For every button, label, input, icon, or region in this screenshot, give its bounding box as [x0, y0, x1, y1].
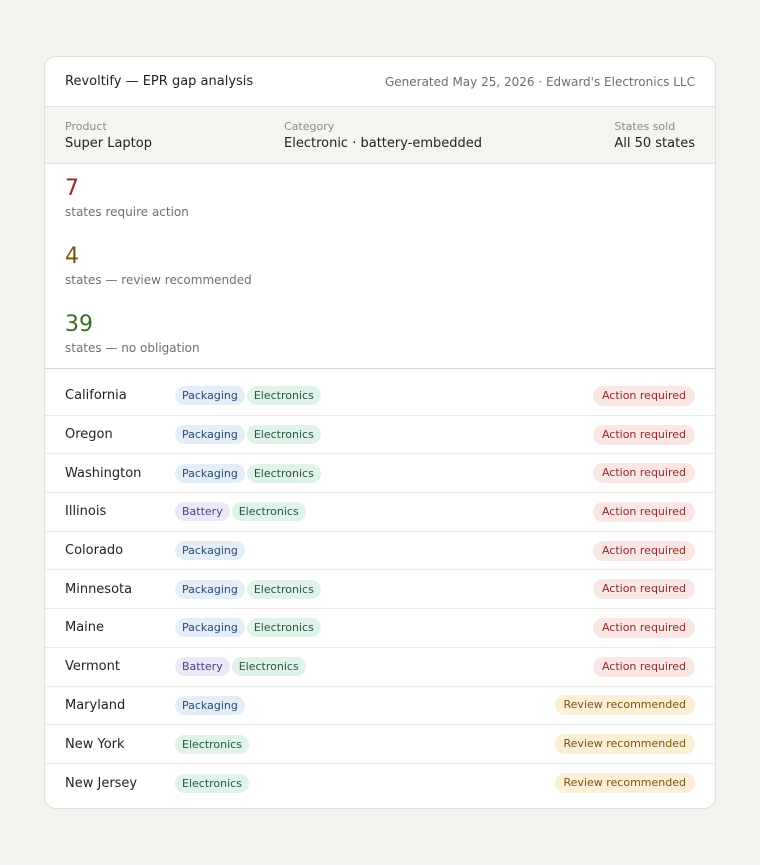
tag-packaging: Packaging: [175, 386, 245, 406]
tag-packaging: Packaging: [175, 425, 245, 445]
state-name: Illinois: [65, 504, 107, 520]
product-label: Product: [65, 120, 107, 133]
product-value: Super Laptop: [65, 136, 152, 151]
status-badge: Action required: [592, 463, 695, 484]
tag-packaging: Packaging: [175, 463, 245, 483]
state-list: California Packaging Electronics Action req…: [45, 369, 715, 803]
stat-review: 4 states — review recommended: [65, 244, 695, 312]
states-sold-value: All 50 states: [614, 136, 695, 151]
status-badge: Action required: [592, 579, 695, 600]
tag-electronics: Electronics: [246, 579, 321, 599]
obligation-tags: Electronics: [175, 773, 555, 793]
state-name: Maryland: [65, 697, 126, 713]
status-badge: Action required: [592, 656, 695, 677]
state-name: Washington: [65, 465, 142, 481]
table-row[interactable]: Washington Packaging Electronics Action req…: [45, 454, 715, 494]
product-meta: Product Super Laptop Category Electronic…: [45, 107, 715, 164]
tag-battery: Battery: [175, 502, 230, 522]
table-row[interactable]: New Jersey Electronics Review recommended: [45, 764, 715, 803]
obligation-tags: Packaging Electronics: [175, 386, 593, 406]
product-info: Product Super Laptop: [65, 120, 152, 152]
status-badge: Action required: [592, 540, 695, 561]
status-badge: Review recommended: [554, 695, 695, 716]
table-row[interactable]: Maine Packaging Electronics Action required: [45, 609, 715, 648]
states-sold-label: States sold: [614, 120, 676, 133]
report-header: Revoltify — EPR gap analysis Generated M…: [45, 57, 715, 107]
tag-electronics: Electronics: [175, 773, 249, 793]
tag-packaging: Packaging: [175, 541, 245, 561]
tag-battery: Battery: [175, 657, 230, 677]
tag-packaging: Packaging: [175, 695, 245, 715]
status-badge: Review recommended: [554, 773, 695, 794]
state-name: New York: [65, 736, 125, 752]
stat-action-desc: states require action: [65, 205, 189, 219]
obligation-tags: Packaging Electronics: [175, 579, 593, 599]
state-name: California: [65, 388, 127, 404]
stat-none-count: 39: [65, 312, 93, 337]
status-badge: Action required: [592, 617, 695, 638]
tag-electronics: Electronics: [231, 502, 306, 522]
obligation-tags: Packaging: [175, 695, 555, 715]
state-name: Maine: [65, 620, 105, 636]
stat-none-desc: states — no obligation: [65, 341, 200, 355]
obligation-tags: Battery Electronics: [175, 502, 593, 522]
state-name: Oregon: [65, 427, 113, 443]
obligation-tags: Packaging Electronics: [175, 425, 593, 445]
obligation-tags: Packaging Electronics: [175, 618, 593, 638]
summary-stats: 7 states require action 4 states — revie…: [45, 164, 715, 369]
status-badge: Action required: [592, 385, 695, 406]
states-sold-info: States sold All 50 states: [614, 120, 695, 152]
status-badge: Action required: [592, 424, 695, 445]
obligation-tags: Battery Electronics: [175, 657, 593, 677]
stat-action: 7 states require action: [65, 176, 695, 244]
tag-electronics: Electronics: [246, 463, 321, 483]
tag-electronics: Electronics: [246, 386, 321, 406]
status-badge: Action required: [592, 501, 695, 522]
state-name: New Jersey: [65, 775, 138, 791]
generated-info: Generated May 25, 2026 · Edward's Electr…: [384, 74, 695, 89]
category-label: Category: [284, 120, 335, 133]
stat-action-count: 7: [65, 176, 79, 201]
table-row[interactable]: Maryland Packaging Review recommended: [45, 687, 715, 726]
state-name: Minnesota: [65, 581, 133, 597]
status-badge: Review recommended: [554, 734, 695, 755]
tag-electronics: Electronics: [246, 425, 321, 445]
table-row[interactable]: New York Electronics Review recommended: [45, 725, 715, 764]
stat-review-count: 4: [65, 244, 79, 269]
table-row[interactable]: Minnesota Packaging Electronics Action requ…: [45, 570, 715, 610]
table-row[interactable]: Colorado Packaging Action required: [45, 532, 715, 571]
category-info: Category Electronic · battery-embedded: [284, 120, 482, 152]
tag-electronics: Electronics: [246, 618, 321, 638]
category-value: Electronic · battery-embedded: [284, 136, 483, 151]
stat-review-desc: states — review recommended: [65, 273, 252, 287]
report-card: Revoltify — EPR gap analysis Generated M…: [44, 56, 716, 809]
table-row[interactable]: Illinois Battery Electronics Action require…: [45, 493, 715, 532]
tag-packaging: Packaging: [175, 579, 245, 599]
state-name: Vermont: [65, 659, 120, 675]
table-row[interactable]: Oregon Packaging Electronics Action require…: [45, 416, 715, 455]
obligation-tags: Packaging Electronics: [175, 463, 593, 483]
report-title: Revoltify — EPR gap analysis: [65, 74, 254, 89]
state-name: Colorado: [65, 543, 124, 559]
obligation-tags: Packaging: [175, 541, 593, 561]
obligation-tags: Electronics: [175, 734, 555, 754]
tag-packaging: Packaging: [175, 618, 245, 638]
table-row[interactable]: California Packaging Electronics Action req…: [45, 377, 715, 416]
tag-electronics: Electronics: [175, 734, 249, 754]
tag-electronics: Electronics: [231, 657, 306, 677]
table-row[interactable]: Vermont Battery Electronics Action required: [45, 648, 715, 687]
